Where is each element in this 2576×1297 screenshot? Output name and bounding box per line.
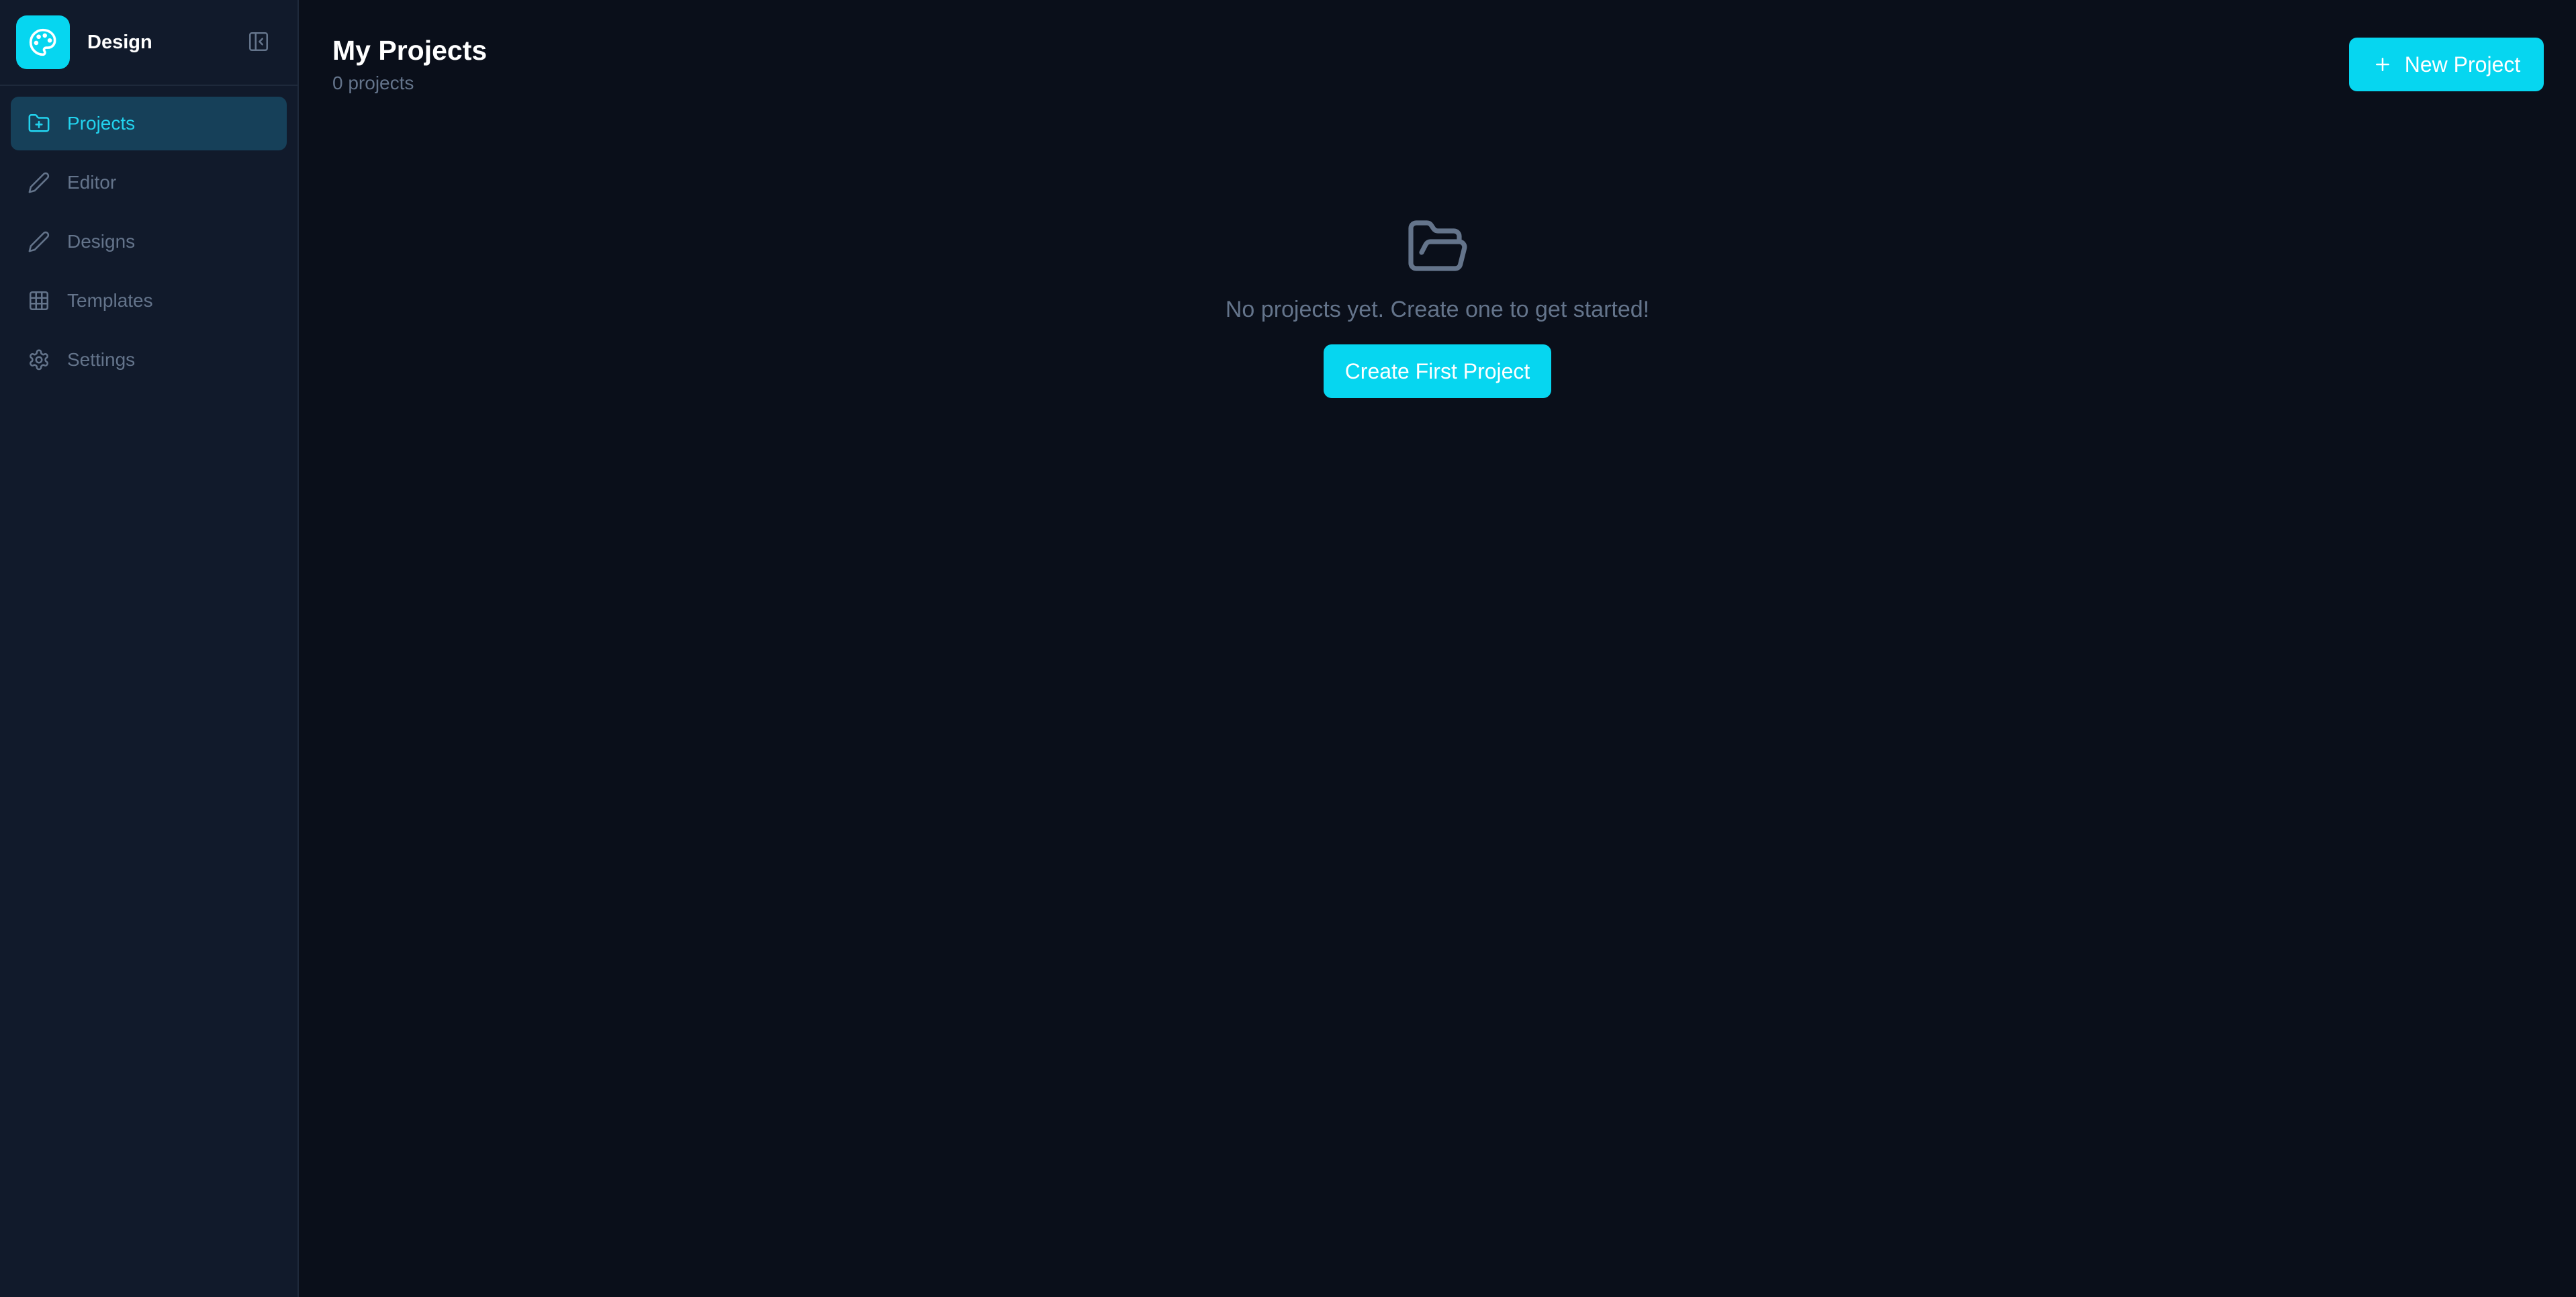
new-project-button[interactable]: New Project <box>2349 38 2544 91</box>
empty-state: No projects yet. Create one to get start… <box>299 215 2576 398</box>
project-count: 0 projects <box>332 73 414 93</box>
sidebar-header: Design <box>0 0 297 86</box>
grid-icon <box>27 289 51 313</box>
gear-icon <box>27 348 51 372</box>
page-title: My Projects <box>332 35 488 66</box>
folder-open-icon <box>1406 215 1470 279</box>
sidebar-item-templates[interactable]: Templates <box>11 274 287 328</box>
sidebar-item-designs[interactable]: Designs <box>11 215 287 269</box>
panel-collapse-icon[interactable] <box>246 30 271 54</box>
folder-plus-icon <box>27 111 51 136</box>
empty-state-message: No projects yet. Create one to get start… <box>1225 297 1650 322</box>
sidebar: Design Projects Editor Designs Templates… <box>0 0 299 1297</box>
pen-icon <box>27 171 51 195</box>
sidebar-item-projects[interactable]: Projects <box>11 97 287 150</box>
new-project-label: New Project <box>2404 52 2521 77</box>
plus-icon <box>2373 54 2393 75</box>
sidebar-item-editor[interactable]: Editor <box>11 156 287 209</box>
sidebar-item-label: Editor <box>67 172 117 193</box>
sidebar-item-label: Projects <box>67 113 136 134</box>
palette-icon[interactable] <box>16 15 70 69</box>
sidebar-item-label: Templates <box>67 290 153 311</box>
app-name: Design <box>87 31 152 53</box>
main-content: My Projects 0 projects New Project No pr… <box>299 0 2576 1297</box>
app-window: Design Projects Editor Designs Templates… <box>0 0 2576 1297</box>
sidebar-item-label: Settings <box>67 349 136 370</box>
sidebar-nav: Projects Editor Designs Templates Settin… <box>0 86 297 397</box>
pen-icon <box>27 230 51 254</box>
sidebar-item-settings[interactable]: Settings <box>11 333 287 387</box>
create-first-project-button[interactable]: Create First Project <box>1323 344 1552 398</box>
sidebar-item-label: Designs <box>67 231 136 252</box>
